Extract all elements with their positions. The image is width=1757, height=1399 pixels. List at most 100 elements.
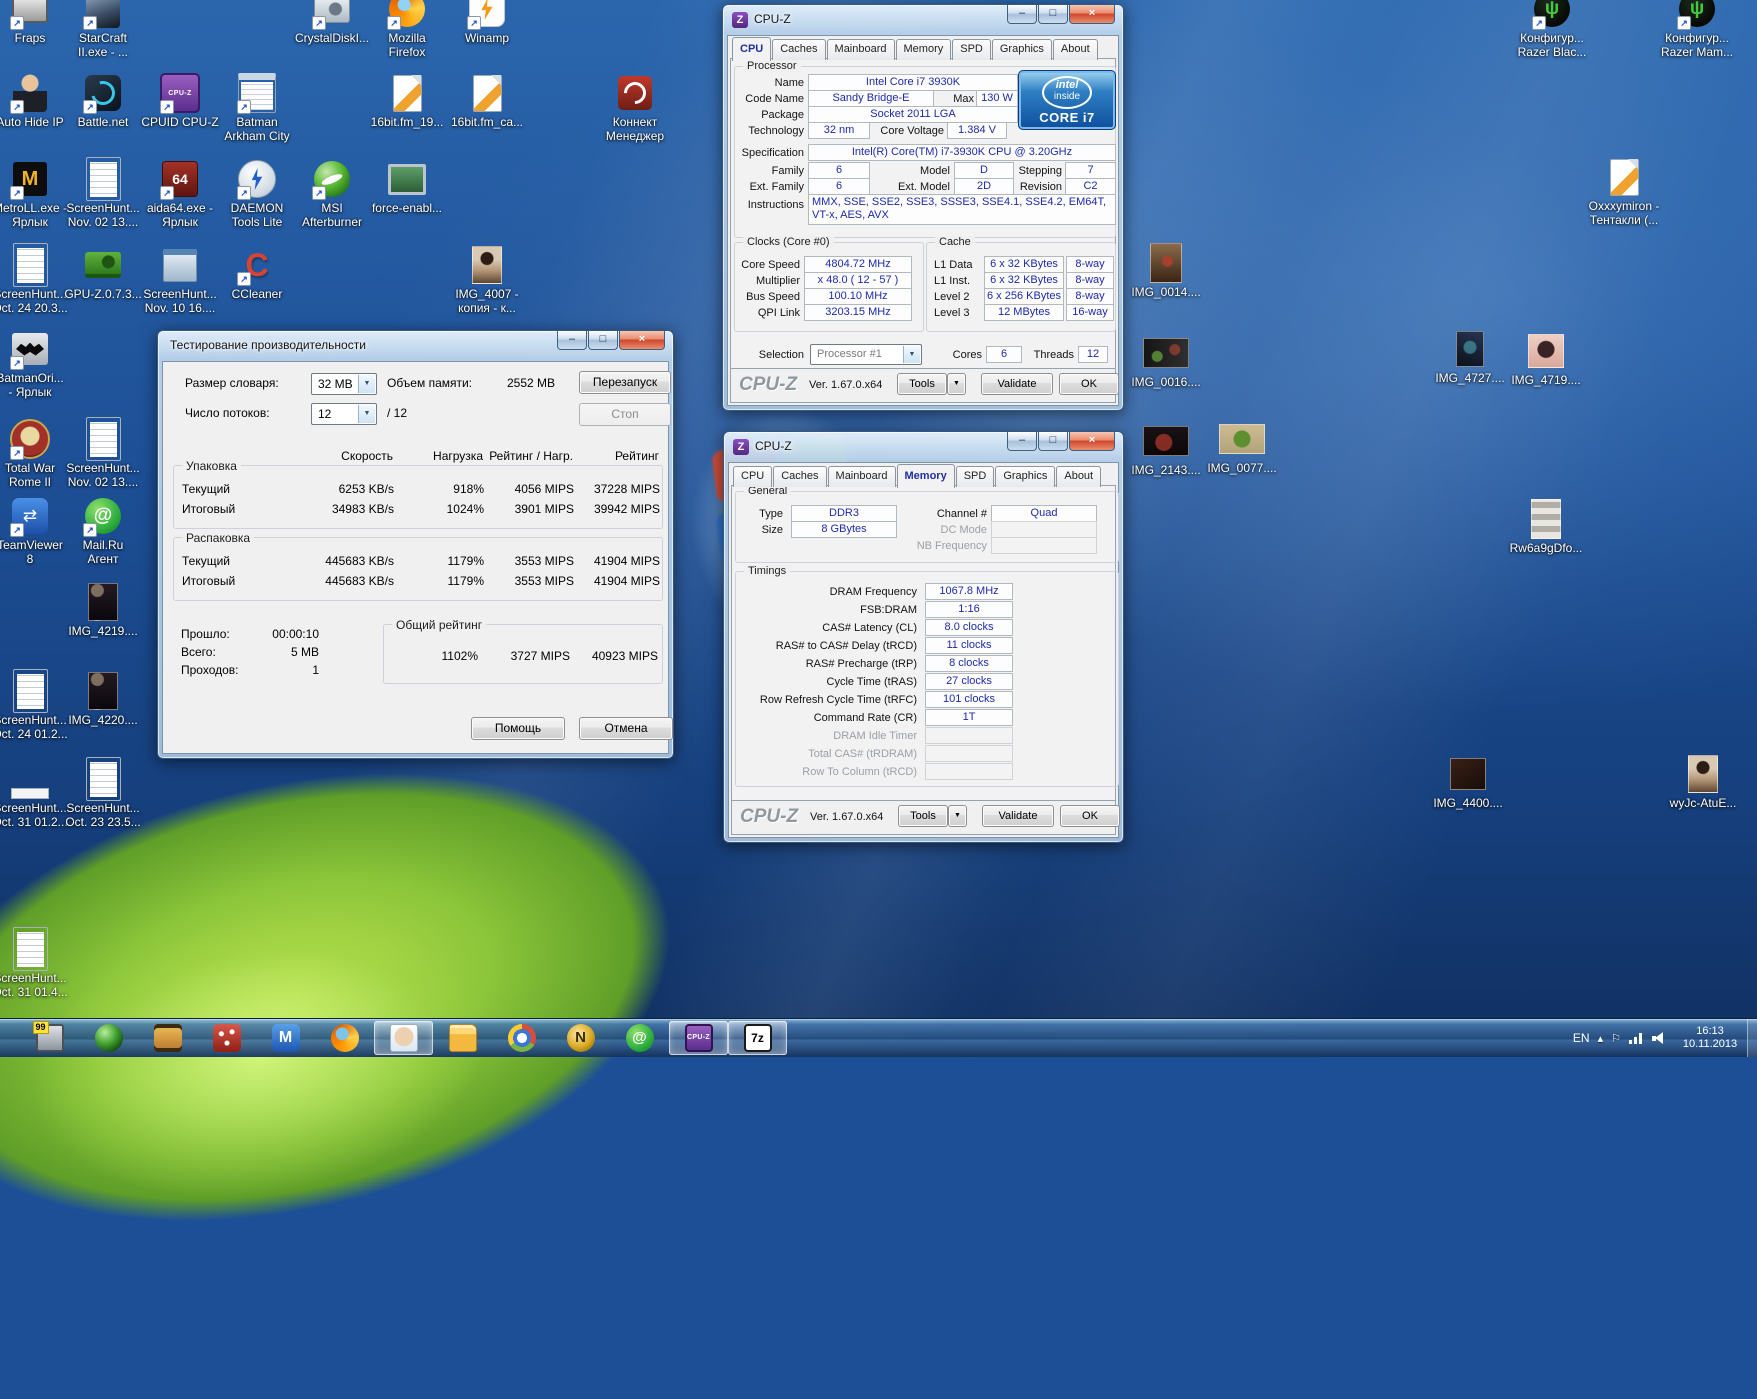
desktop-icon-batman-arkham-city[interactable]: Batman Arkham City (215, 72, 299, 143)
ok-button[interactable]: OK (1059, 373, 1119, 395)
close-button[interactable]: × (1069, 5, 1115, 24)
desktop-icon-starcraft2[interactable]: StarCraft II.exe - ... (61, 0, 145, 59)
help-button[interactable]: Помощь (471, 717, 565, 740)
desktop-icon-mozilla-firefox[interactable]: Mozilla Firefox (365, 0, 449, 59)
close-button[interactable]: × (619, 331, 665, 350)
minimize-button[interactable]: – (1007, 5, 1037, 24)
ok-button[interactable]: OK (1060, 805, 1120, 827)
desktop-icon-razer-mamba-config[interactable]: ψКонфигур... Razer Mam... (1655, 0, 1739, 59)
taskbar-button-hand-tool[interactable] (374, 1021, 433, 1055)
tab-cpu-mainboard[interactable]: Mainboard (827, 39, 895, 60)
taskbar-clock[interactable]: 16:13 10.11.2013 (1675, 1025, 1745, 1051)
desktop-icon-daemon-tools-lite[interactable]: DAEMON Tools Lite (215, 158, 299, 229)
tab-cpu-memory[interactable]: Memory (896, 39, 952, 60)
tab-memory-graphics[interactable]: Graphics (995, 466, 1055, 487)
tab-memory-spd[interactable]: SPD (956, 466, 995, 487)
taskbar-button-webcam-sphere[interactable] (79, 1021, 138, 1055)
taskbar-button-norton[interactable]: N (551, 1021, 610, 1055)
desktop-icon-rw6a9gdfo[interactable]: Rw6a9gDfo... (1504, 498, 1588, 555)
desktop-icon-img-4219[interactable]: IMG_4219.... (61, 581, 145, 638)
tab-memory-caches[interactable]: Caches (773, 466, 826, 487)
taskbar-button-chrome[interactable] (492, 1021, 551, 1055)
tab-cpu-spd[interactable]: SPD (952, 39, 991, 60)
desktop-icon-screenhunter-nov02-1[interactable]: ScreenHunt... Nov. 02 13.... (61, 158, 145, 229)
razer-blackwidow-config-icon: ψ (1529, 0, 1575, 30)
maximize-button[interactable]: □ (588, 331, 618, 350)
tab-cpu-about[interactable]: About (1053, 39, 1098, 60)
desktop-icon-aida64[interactable]: 64aida64.exe - Ярлык (138, 158, 222, 229)
threads-select[interactable]: 12 ▼ (311, 403, 377, 425)
desktop-icon-img-0016[interactable]: IMG_0016.... (1124, 332, 1208, 389)
desktop-icon-16bitfm-file2[interactable]: 16bit.fm_ca... (445, 72, 529, 129)
close-button[interactable]: × (1069, 432, 1115, 451)
ext-family-value: 6 (808, 178, 870, 195)
desktop-icon-img-4719[interactable]: IMG_4719.... (1504, 330, 1588, 387)
maximize-button[interactable]: □ (1038, 5, 1068, 24)
tab-memory-mainboard[interactable]: Mainboard (828, 466, 896, 487)
maximize-button[interactable]: □ (1038, 432, 1068, 451)
desktop-icon-ccleaner[interactable]: CCCleaner (215, 244, 299, 301)
desktop-icon-screenhunter-oct23[interactable]: ScreenHunt... Oct. 23 23.5... (61, 758, 145, 829)
desktop-icon-crystaldiskinfo[interactable]: CrystalDiskI... (290, 0, 374, 45)
desktop-icon-cpuid-cpuz[interactable]: CPU-ZCPUID CPU-Z (138, 72, 222, 129)
tools-dropdown-button[interactable]: ▼ (948, 805, 967, 827)
desktop-icon-batman-origins[interactable]: BatmanOri... - Ярлык (0, 328, 72, 399)
taskbar-button-sevenzip[interactable]: 7z (728, 1021, 787, 1055)
desktop-icon-oxxxymiron-track[interactable]: Oxxxymiron - Тентакли (... (1582, 156, 1666, 227)
taskbar-button-firefox[interactable] (315, 1021, 374, 1055)
desktop-icon-img-0014[interactable]: IMG_0014.... (1124, 242, 1208, 299)
tab-cpu-caches[interactable]: Caches (772, 39, 825, 60)
desktop-icon-screenhunter-oct31-2[interactable]: ScreenHunt... Oct. 31 01.4... (0, 928, 72, 999)
minimize-button[interactable]: – (557, 331, 587, 350)
tools-button[interactable]: Tools (897, 373, 947, 395)
desktop-icon-mailru-agent[interactable]: @Mail.Ru Агент (61, 495, 145, 566)
network-icon[interactable] (1629, 1033, 1644, 1044)
desktop-icon-img-4400[interactable]: IMG_4400.... (1426, 753, 1510, 810)
cancel-button[interactable]: Отмена (579, 717, 673, 740)
desktop-icon-label: wyJc-AtuE... (1661, 796, 1745, 810)
validate-button[interactable]: Validate (981, 373, 1053, 395)
desktop-icon-16bitfm-file1[interactable]: 16bit.fm_19... (365, 72, 449, 129)
desktop-icon-screenhunter-nov02-2[interactable]: ScreenHunt... Nov. 02 13.... (61, 418, 145, 489)
desktop-icon-gpuz[interactable]: GPU-Z.0.7.3... (61, 244, 145, 301)
tools-dropdown-button[interactable]: ▼ (947, 373, 966, 395)
show-desktop-button[interactable] (1747, 1019, 1757, 1057)
desktop-icon-force-enable[interactable]: force-enabl... (365, 158, 449, 215)
tab-cpu-cpu[interactable]: CPU (732, 37, 771, 61)
taskbar-button-mailru-agent[interactable]: @ (610, 1021, 669, 1055)
taskbar-button-screenhunter[interactable]: 99 (20, 1021, 79, 1055)
language-indicator[interactable]: EN (1573, 1031, 1590, 1045)
selection-select[interactable]: Processor #1 ▼ (810, 344, 922, 365)
desktop-icon-img-4220[interactable]: IMG_4220.... (61, 670, 145, 727)
tab-memory-about[interactable]: About (1056, 466, 1101, 487)
dict-size-select[interactable]: 32 MB ▼ (311, 373, 377, 395)
desktop-icon-screenhunter-nov10[interactable]: ScreenHunt... Nov. 10 16.... (138, 244, 222, 315)
desktop-icon-battlenet[interactable]: Battle.net (61, 72, 145, 129)
tools-button[interactable]: Tools (898, 805, 948, 827)
desktop-icon-img-4007[interactable]: IMG_4007 - копия - к... (445, 244, 529, 315)
stop-button[interactable]: Стоп (579, 403, 671, 426)
taskbar-button-film-app[interactable] (138, 1021, 197, 1055)
hidden-icons-arrow-icon[interactable]: ▴ (1598, 1032, 1604, 1045)
tab-cpu-graphics[interactable]: Graphics (992, 39, 1052, 60)
volume-icon[interactable] (1652, 1032, 1667, 1044)
taskbar-button-cpuz[interactable]: CPU-Z (669, 1021, 728, 1055)
desktop-icon-winamp[interactable]: Winamp (445, 0, 529, 45)
taskbar-button-windows-explorer[interactable] (433, 1021, 492, 1055)
desktop-icon-razer-blackwidow-config[interactable]: ψКонфигур... Razer Blac... (1510, 0, 1594, 59)
action-center-icon[interactable]: ⚐ (1611, 1032, 1621, 1045)
desktop-icon-connect-manager[interactable]: Коннект Менеджер (593, 72, 677, 143)
taskbar-button-red-network-app[interactable] (197, 1021, 256, 1055)
restart-button[interactable]: Перезапуск (579, 371, 671, 394)
desktop-icon-img-2143[interactable]: IMG_2143.... (1124, 420, 1208, 477)
minimize-button[interactable]: – (1007, 432, 1037, 451)
taskbar-button-mediaget[interactable]: M (256, 1021, 315, 1055)
tab-memory-cpu[interactable]: CPU (733, 466, 772, 487)
desktop-icon-msi-afterburner[interactable]: MSI Afterburner (290, 158, 374, 229)
desktop-icon-wyjc-atue[interactable]: wyJc-AtuE... (1661, 753, 1745, 810)
tab-memory-memory[interactable]: Memory (897, 464, 955, 488)
desktop-icon-img-4727[interactable]: IMG_4727.... (1428, 328, 1512, 385)
desktop-icon-img-0077[interactable]: IMG_0077.... (1200, 418, 1284, 475)
rw6a9gdfo-icon (1523, 498, 1569, 540)
validate-button[interactable]: Validate (982, 805, 1054, 827)
